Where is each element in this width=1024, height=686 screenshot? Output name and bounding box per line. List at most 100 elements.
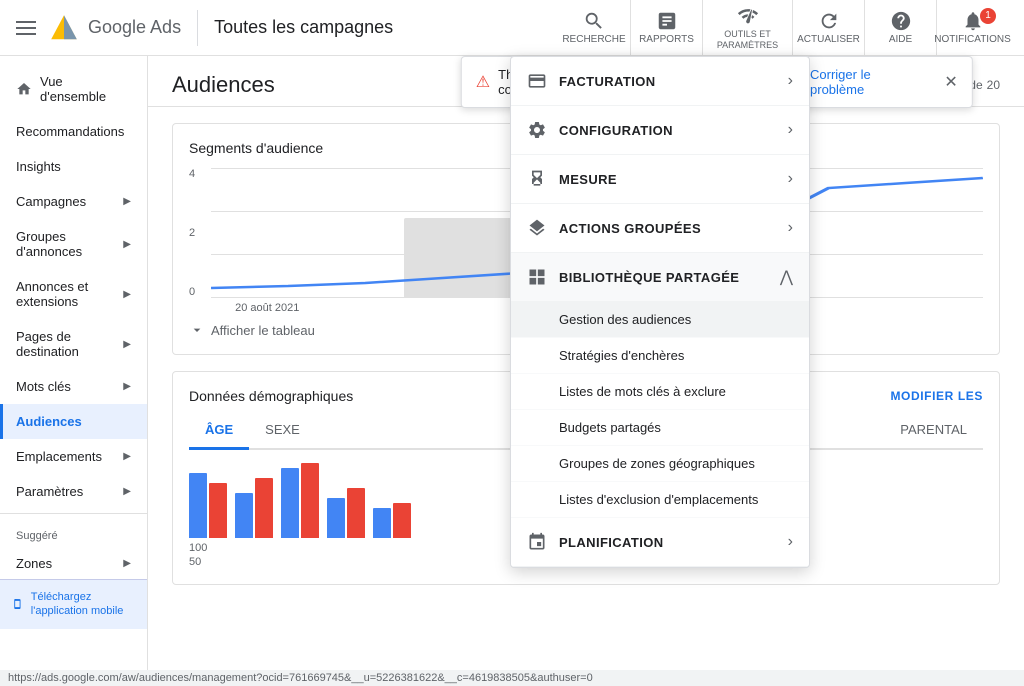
chevron-right-icon: › — [788, 170, 793, 188]
chevron-right-icon: › — [788, 533, 793, 551]
hamburger-menu[interactable] — [16, 21, 36, 35]
top-right-icons: RECHERCHE RAPPORTS OUTILS ETPARAMÈTRES A… — [558, 0, 1008, 56]
period-suffix: 20 — [987, 78, 1000, 92]
menu-sub-listes-exclusion[interactable]: Listes d'exclusion d'emplacements — [511, 482, 809, 518]
menu-actions-groupees[interactable]: ACTIONS GROUPÉES › — [511, 204, 809, 253]
sidebar-item-campagnes[interactable]: Campagnes ▶ — [0, 184, 147, 219]
arrow-icon: ▶ — [123, 339, 131, 350]
sidebar-item-emplacements[interactable]: Emplacements ▶ — [0, 439, 147, 474]
menu-mesure[interactable]: MESURE › — [511, 155, 809, 204]
menu-facturation-label: FACTURATION — [559, 74, 655, 89]
listes-mots-cles-label: Listes de mots clés à exclure — [559, 384, 726, 399]
sidebar-label-annonces-et-extensions: Annonces et extensions — [16, 279, 115, 309]
recherche-button[interactable]: RECHERCHE — [558, 0, 630, 56]
rapports-label: RAPPORTS — [639, 34, 694, 46]
google-ads-logo-icon — [48, 12, 80, 44]
menu-bibliotheque-label: BIBLIOTHÈQUE PARTAGÉE — [559, 270, 739, 285]
home-icon — [16, 81, 32, 97]
menu-facturation[interactable]: FACTURATION › — [511, 57, 809, 106]
sidebar-item-recommandations[interactable]: Recommandations — [0, 114, 147, 149]
bar-blue — [235, 493, 253, 538]
tools-dropdown-menu: FACTURATION › CONFIGURATION › MESURE › A… — [510, 56, 810, 568]
sidebar-item-groupes-dannonces[interactable]: Groupes d'annonces ▶ — [0, 219, 147, 269]
menu-sub-strategies-encheres[interactable]: Stratégies d'enchères — [511, 338, 809, 374]
page-title: Audiences — [172, 72, 275, 98]
calendar-icon — [527, 532, 547, 552]
bar-blue — [373, 508, 391, 538]
credit-card-icon — [527, 71, 547, 91]
sidebar-item-insights[interactable]: Insights — [0, 149, 147, 184]
close-notification-button[interactable]: ✕ — [944, 72, 957, 92]
groupes-zones-label: Groupes de zones géographiques — [559, 456, 755, 471]
arrow-icon: ▶ — [123, 196, 131, 207]
status-url: https://ads.google.com/aw/audiences/mana… — [8, 672, 593, 684]
sidebar-section-suggested: Suggéré — [0, 518, 147, 546]
bar-blue — [281, 468, 299, 538]
sidebar-label-audiences: Audiences — [16, 414, 82, 429]
menu-planification[interactable]: PLANIFICATION › — [511, 518, 809, 567]
afficher-label: Afficher le tableau — [211, 323, 315, 338]
menu-planification-label: PLANIFICATION — [559, 535, 664, 550]
bar-group-1 — [189, 473, 227, 538]
sidebar-item-pages-de-destination[interactable]: Pages de destination ▶ — [0, 319, 147, 369]
sidebar-item-annonces-et-extensions[interactable]: Annonces et extensions ▶ — [0, 269, 147, 319]
sidebar-divider — [0, 513, 147, 514]
bar-red — [301, 463, 319, 538]
menu-mesure-label: MESURE — [559, 172, 617, 187]
modifier-les-button[interactable]: MODIFIER LES — [890, 389, 983, 403]
y-label-0: 0 — [189, 286, 195, 298]
sidebar-label-emplacements: Emplacements — [16, 449, 102, 464]
sidebar-label-insights: Insights — [16, 159, 61, 174]
arrow-icon: ▶ — [123, 451, 131, 462]
chevron-right-icon: › — [788, 219, 793, 237]
arrow-icon: ▶ — [123, 239, 131, 250]
sidebar-item-parametres[interactable]: Paramètres ▶ — [0, 474, 147, 509]
recherche-label: RECHERCHE — [562, 34, 625, 46]
sidebar-item-mots-cles[interactable]: Mots clés ▶ — [0, 369, 147, 404]
chevron-down-icon — [189, 322, 205, 338]
sidebar-label-campagnes: Campagnes — [16, 194, 86, 209]
demographics-title: Données démographiques — [189, 388, 353, 404]
gestion-audiences-label: Gestion des audiences — [559, 312, 691, 327]
menu-sub-listes-mots-cles[interactable]: Listes de mots clés à exclure — [511, 374, 809, 410]
budgets-partages-label: Budgets partagés — [559, 420, 661, 435]
outils-button[interactable]: OUTILS ETPARAMÈTRES — [702, 0, 792, 56]
sidebar-item-zones[interactable]: Zones ▶ — [0, 546, 147, 581]
actualiser-label: ACTUALISER — [797, 34, 860, 46]
arrow-icon: ▶ — [123, 558, 131, 569]
tab-sexe[interactable]: SEXE — [249, 412, 316, 450]
menu-configuration[interactable]: CONFIGURATION › — [511, 106, 809, 155]
corriger-link[interactable]: Corriger le problème — [810, 67, 928, 97]
y-label-4: 4 — [189, 168, 195, 180]
phone-icon — [12, 596, 23, 612]
sidebar-item-vue-densemble[interactable]: Vue d'ensemble — [0, 64, 147, 114]
tab-parental[interactable]: PARENTAL — [884, 412, 983, 450]
bar-group-3 — [281, 463, 319, 538]
arrow-icon: ▶ — [123, 381, 131, 392]
top-bar: Google Ads Toutes les campagnes RECHERCH… — [0, 0, 1024, 56]
y-label-2: 2 — [189, 227, 195, 239]
menu-sub-budgets-partages[interactable]: Budgets partagés — [511, 410, 809, 446]
hourglass-icon — [527, 169, 547, 189]
sidebar-label-parametres: Paramètres — [16, 484, 83, 499]
sidebar-item-audiences[interactable]: Audiences — [0, 404, 147, 439]
aide-button[interactable]: AIDE — [864, 0, 936, 56]
notifications-button[interactable]: NOTIFICATIONS 1 — [936, 0, 1008, 56]
actualiser-button[interactable]: ACTUALISER — [792, 0, 864, 56]
download-app-bar[interactable]: Téléchargez l'application mobile — [0, 579, 148, 629]
menu-sub-groupes-zones[interactable]: Groupes de zones géographiques — [511, 446, 809, 482]
sidebar: Vue d'ensemble Recommandations Insights … — [0, 56, 148, 686]
tab-age[interactable]: ÂGE — [189, 412, 249, 450]
chart-y-labels: 4 2 0 — [189, 168, 195, 298]
bar-group-4 — [327, 488, 365, 538]
sidebar-label-vue-densemble: Vue d'ensemble — [40, 74, 131, 104]
bar-red — [347, 488, 365, 538]
help-icon — [890, 10, 912, 32]
rapports-button[interactable]: RAPPORTS — [630, 0, 702, 56]
bar-red — [393, 503, 411, 538]
menu-sub-gestion-audiences[interactable]: Gestion des audiences — [511, 302, 809, 338]
refresh-icon — [818, 10, 840, 32]
bar-group-2 — [235, 478, 273, 538]
error-icon: ⚠ — [476, 72, 490, 92]
menu-bibliotheque-partagee[interactable]: BIBLIOTHÈQUE PARTAGÉE ⋀ — [511, 253, 809, 302]
